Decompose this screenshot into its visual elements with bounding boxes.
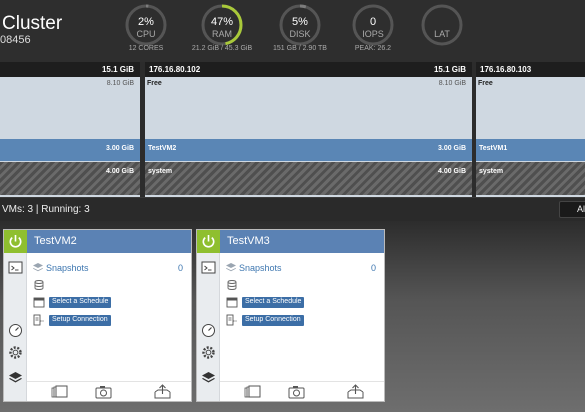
vm-card-header: TestVM2 bbox=[4, 230, 191, 253]
free-size: 8.10 GiB bbox=[438, 80, 466, 87]
host-capacity: 15.1 GiB bbox=[101, 65, 134, 74]
export-icon[interactable] bbox=[154, 384, 171, 399]
vm-card-header: TestVM3 bbox=[197, 230, 384, 253]
power-button[interactable] bbox=[4, 230, 27, 253]
select-schedule-button[interactable]: Select a Schedule bbox=[242, 297, 305, 308]
ram-value: 47% bbox=[210, 16, 234, 28]
system-memory-segment: system bbox=[476, 162, 585, 195]
vm-memory-segment[interactable]: 3.00 GiB bbox=[0, 139, 140, 161]
vm-card-testvm3[interactable]: TestVM3 Snapshots 0 Select a Schedule Se… bbox=[196, 229, 385, 402]
host-capacity: 15.1 GiB bbox=[433, 65, 466, 74]
console-icon[interactable] bbox=[201, 260, 216, 275]
snapshots-count: 0 bbox=[177, 263, 183, 273]
settings-icon[interactable] bbox=[8, 345, 23, 360]
host-ip: 176.16.80.102 bbox=[149, 65, 201, 74]
vm-filter-dropdown[interactable]: Al bbox=[559, 201, 585, 218]
ram-gauge[interactable]: 47% RAM 21.2 GiB / 45.3 GiB bbox=[177, 4, 267, 56]
host-panel-176-16-80-103[interactable]: 176.16.80.103 Free TestVM1 system bbox=[476, 62, 585, 200]
snapshots-icon bbox=[226, 263, 236, 272]
camera-icon[interactable] bbox=[95, 384, 112, 399]
vm-segment-name: TestVM2 bbox=[148, 145, 177, 152]
ram-label: RAM bbox=[212, 29, 232, 39]
vm-card-testvm2[interactable]: TestVM2 Snapshots 0 Select a Schedule Se… bbox=[3, 229, 192, 402]
vm-segment-size: 3.00 GiB bbox=[437, 145, 466, 152]
dashboard-icon[interactable] bbox=[201, 323, 216, 338]
system-segment-size: 4.00 GiB bbox=[437, 168, 466, 175]
snapshots-count: 0 bbox=[370, 263, 376, 273]
power-button[interactable] bbox=[197, 230, 220, 253]
vm-card-footer bbox=[27, 381, 191, 401]
layers-icon[interactable] bbox=[8, 370, 23, 385]
vm-card-sidebar bbox=[197, 253, 220, 401]
export-icon[interactable] bbox=[347, 384, 364, 399]
vm-filter-label: Al bbox=[577, 204, 585, 214]
setup-connection-button[interactable]: Setup Connection bbox=[49, 315, 111, 326]
calendar-icon bbox=[33, 297, 45, 308]
vm-segment-name: TestVM1 bbox=[479, 145, 508, 152]
vm-card-sidebar bbox=[4, 253, 27, 401]
cluster-title: Cluster bbox=[2, 13, 63, 34]
calendar-icon bbox=[226, 297, 238, 308]
select-schedule-button[interactable]: Select a Schedule bbox=[49, 297, 112, 308]
dashboard-icon[interactable] bbox=[8, 323, 23, 338]
host-header: 176.16.80.102 15.1 GiB bbox=[145, 62, 472, 77]
lat-label: LAT bbox=[434, 29, 450, 39]
system-segment-name: system bbox=[148, 168, 173, 175]
free-label: Free bbox=[478, 80, 493, 87]
snapshot-list-icon[interactable] bbox=[244, 384, 261, 399]
vm-memory-segment[interactable]: TestVM1 bbox=[476, 139, 585, 161]
free-label: Free bbox=[147, 80, 162, 87]
database-icon bbox=[34, 280, 44, 290]
replication-icon bbox=[226, 314, 237, 326]
system-memory-segment: system 4.00 GiB bbox=[145, 162, 472, 195]
system-segment-size: 4.00 GiB bbox=[105, 168, 134, 175]
snapshot-list-icon[interactable] bbox=[51, 384, 68, 399]
snapshots-icon bbox=[33, 263, 43, 272]
vm-memory-segment[interactable]: TestVM2 3.00 GiB bbox=[145, 139, 472, 161]
host-panel[interactable]: 15.1 GiB 8.10 GiB 3.00 GiB 4.00 GiB bbox=[0, 62, 140, 200]
vm-name: TestVM2 bbox=[34, 235, 77, 247]
snapshots-label[interactable]: Snapshots bbox=[239, 263, 282, 273]
cluster-id: 08456 bbox=[0, 34, 31, 46]
system-segment-name: system bbox=[479, 168, 504, 175]
ram-sub: 21.2 GiB / 45.3 GiB bbox=[191, 45, 253, 52]
power-icon bbox=[9, 235, 22, 248]
vm-count-summary: VMs: 3 | Running: 3 bbox=[2, 204, 90, 215]
layers-icon[interactable] bbox=[201, 370, 216, 385]
camera-icon[interactable] bbox=[288, 384, 305, 399]
snapshots-label[interactable]: Snapshots bbox=[46, 263, 89, 273]
power-icon bbox=[202, 235, 215, 248]
host-header: 15.1 GiB bbox=[0, 62, 140, 77]
database-icon bbox=[227, 280, 237, 290]
vm-name: TestVM3 bbox=[227, 235, 270, 247]
host-header: 176.16.80.103 bbox=[476, 62, 585, 77]
vm-card-footer bbox=[220, 381, 384, 401]
host-ip: 176.16.80.103 bbox=[480, 65, 532, 74]
lat-gauge-ring bbox=[421, 4, 463, 46]
setup-connection-button[interactable]: Setup Connection bbox=[242, 315, 304, 326]
replication-icon bbox=[33, 314, 44, 326]
settings-icon[interactable] bbox=[201, 345, 216, 360]
free-size: 8.10 GiB bbox=[106, 80, 134, 87]
lat-gauge[interactable]: LAT bbox=[397, 4, 487, 56]
cluster-header: Cluster 08456 2% CPU 12 CORES 47% RAM 21… bbox=[0, 0, 585, 62]
vm-segment-size: 3.00 GiB bbox=[105, 145, 134, 152]
vm-summary-bar: VMs: 3 | Running: 3 Al bbox=[0, 197, 585, 221]
console-icon[interactable] bbox=[8, 260, 23, 275]
system-memory-segment: 4.00 GiB bbox=[0, 162, 140, 195]
host-panel-176-16-80-102[interactable]: 176.16.80.102 15.1 GiB Free 8.10 GiB Tes… bbox=[145, 62, 472, 200]
